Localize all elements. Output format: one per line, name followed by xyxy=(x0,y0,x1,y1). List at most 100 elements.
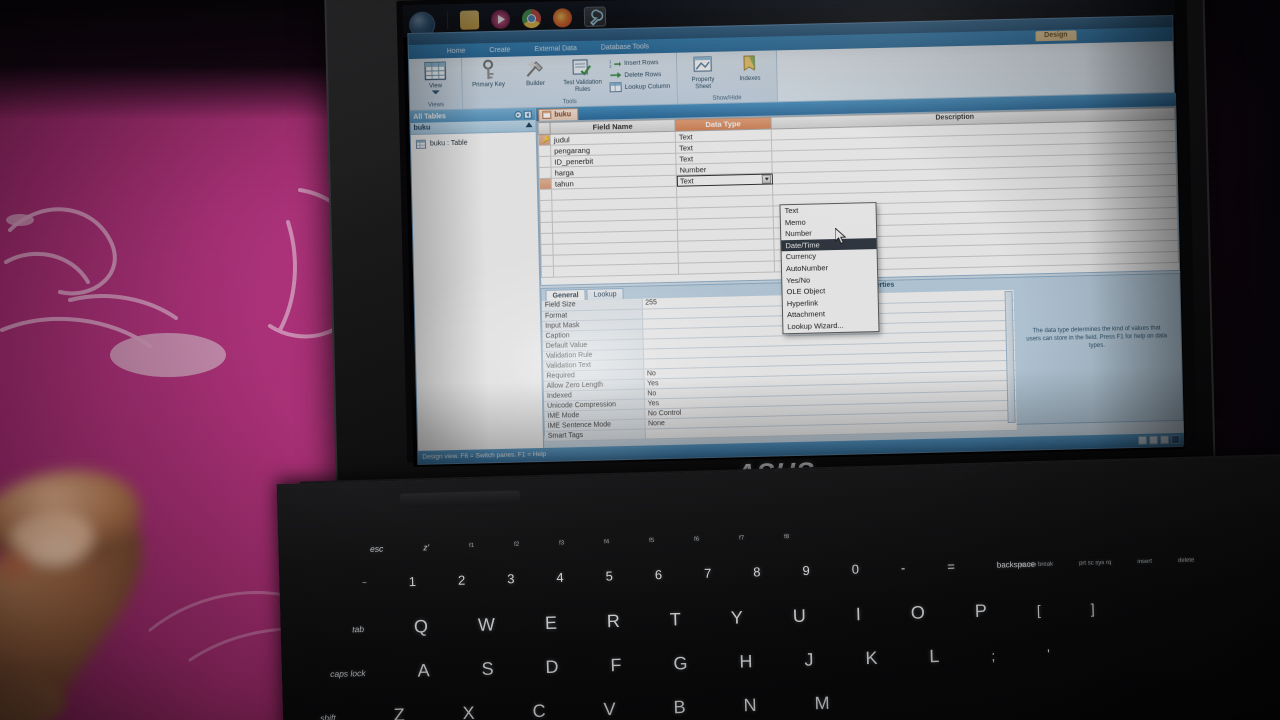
key-f3[interactable]: f3 xyxy=(559,540,564,546)
row-selector-primary-key[interactable]: 🔑 xyxy=(538,134,551,146)
nav-item-buku-table[interactable]: buku : Table xyxy=(414,136,533,150)
row-selector[interactable] xyxy=(538,156,552,168)
key-f8[interactable]: f8 xyxy=(784,534,789,540)
key-f[interactable]: F xyxy=(610,655,622,676)
primary-key-button[interactable]: Primary Key xyxy=(468,59,509,90)
tab-create[interactable]: Create xyxy=(489,46,510,53)
key-i[interactable]: I xyxy=(856,604,862,625)
key-u[interactable]: U xyxy=(793,606,807,627)
key-q[interactable]: Q xyxy=(414,616,429,637)
key-g[interactable]: G xyxy=(673,653,688,674)
key-bracket-left[interactable]: [ xyxy=(1037,602,1041,618)
key-t[interactable]: T xyxy=(670,609,682,630)
key-3[interactable]: 3 xyxy=(507,571,515,586)
insert-rows-button[interactable]: 1 2 Insert Rows xyxy=(609,57,670,69)
row-selector[interactable] xyxy=(540,211,553,223)
key-pause-break[interactable]: pause break xyxy=(1020,562,1053,569)
property-sheet-button[interactable]: Property Sheet xyxy=(682,54,723,92)
row-selector[interactable] xyxy=(539,167,552,179)
key-prt-sc[interactable]: prt sc sys rq xyxy=(1079,560,1111,567)
key-f4[interactable]: f4 xyxy=(604,539,609,545)
combo-dropdown-arrow[interactable] xyxy=(761,174,771,184)
key-w[interactable]: W xyxy=(478,614,496,635)
key-6[interactable]: 6 xyxy=(655,567,663,582)
dropdown-option-lookup-wizard[interactable]: Lookup Wizard... xyxy=(783,319,878,333)
row-selector[interactable] xyxy=(538,145,551,157)
tool-wrench-icon[interactable] xyxy=(583,6,607,27)
lookup-column-button[interactable]: Lookup Column xyxy=(609,81,671,93)
key-v[interactable]: V xyxy=(603,699,616,720)
key-2[interactable]: 2 xyxy=(458,573,466,588)
key-equals[interactable]: = xyxy=(947,559,955,574)
tab-external-data[interactable]: External Data xyxy=(534,45,577,53)
folder-icon[interactable] xyxy=(459,9,480,30)
key-j[interactable]: J xyxy=(804,650,814,671)
key-tilde[interactable]: ~ xyxy=(362,578,367,587)
indexes-button[interactable]: Indexes xyxy=(729,53,770,84)
key-shift[interactable]: shift xyxy=(320,712,336,720)
document-tab-buku[interactable]: buku xyxy=(538,108,579,121)
tab-database-tools[interactable]: Database Tools xyxy=(601,43,649,51)
row-selector[interactable] xyxy=(539,189,552,201)
key-semicolon[interactable]: ; xyxy=(991,647,995,663)
row-selector[interactable] xyxy=(541,266,554,278)
media-player-icon[interactable] xyxy=(490,9,511,29)
firefox-icon[interactable] xyxy=(552,7,573,28)
key-f5[interactable]: f5 xyxy=(649,538,654,544)
test-validation-rules-button[interactable]: Test Validation Rules xyxy=(562,56,603,94)
key-y[interactable]: Y xyxy=(731,607,744,628)
field-properties-table[interactable]: Field Size 255 Format Input Mask Caption … xyxy=(541,289,1017,442)
key-5[interactable]: 5 xyxy=(605,568,613,583)
key-l[interactable]: L xyxy=(929,646,940,667)
row-selector-current[interactable] xyxy=(539,178,552,190)
key-f1[interactable]: f1 xyxy=(469,543,474,549)
chevron-up-icon[interactable] xyxy=(525,122,533,129)
key-z-prime[interactable]: z' xyxy=(423,542,429,552)
key-p[interactable]: P xyxy=(975,601,988,622)
key-d[interactable]: D xyxy=(545,657,559,678)
key-f7[interactable]: f7 xyxy=(739,535,744,541)
builder-button[interactable]: Builder xyxy=(515,58,556,89)
tab-home[interactable]: Home xyxy=(447,47,466,54)
data-type-cell[interactable] xyxy=(678,260,775,275)
key-n[interactable]: N xyxy=(743,695,757,716)
key-bracket-right[interactable]: ] xyxy=(1090,600,1094,616)
key-1[interactable]: 1 xyxy=(409,574,417,589)
key-9[interactable]: 9 xyxy=(802,563,810,578)
key-f2[interactable]: f2 xyxy=(514,542,519,548)
view-button[interactable]: View xyxy=(415,60,456,95)
row-selector[interactable] xyxy=(540,233,553,245)
key-insert[interactable]: insert xyxy=(1137,559,1152,565)
row-selector[interactable] xyxy=(541,255,554,267)
key-e[interactable]: E xyxy=(545,613,558,634)
navpane-controls[interactable] xyxy=(514,110,532,119)
key-minus[interactable]: - xyxy=(901,560,906,575)
chrome-icon[interactable] xyxy=(521,8,542,28)
tab-general[interactable]: General xyxy=(545,288,586,301)
key-8[interactable]: 8 xyxy=(753,564,761,579)
key-z[interactable]: Z xyxy=(393,705,405,720)
key-a[interactable]: A xyxy=(417,660,430,681)
pivottable-view-icon[interactable] xyxy=(1149,435,1159,445)
key-o[interactable]: O xyxy=(911,602,926,623)
field-name-cell[interactable] xyxy=(553,263,679,278)
key-caps-lock[interactable]: caps lock xyxy=(330,668,366,679)
tab-design[interactable]: Design xyxy=(1035,30,1077,42)
row-selector[interactable] xyxy=(540,244,554,256)
view-shortcut-buttons[interactable] xyxy=(1138,434,1181,445)
key-b[interactable]: B xyxy=(673,697,686,718)
key-7[interactable]: 7 xyxy=(704,566,712,581)
key-m[interactable]: M xyxy=(814,693,830,714)
key-x[interactable]: X xyxy=(462,703,475,720)
datasheet-view-icon[interactable] xyxy=(1138,435,1148,445)
row-selector[interactable] xyxy=(539,200,553,212)
data-type-combo[interactable]: Text xyxy=(676,172,773,187)
key-esc[interactable]: esc xyxy=(370,543,384,553)
key-c[interactable]: C xyxy=(532,701,546,720)
key-tab[interactable]: tab xyxy=(352,624,364,634)
key-s[interactable]: S xyxy=(481,658,494,679)
data-type-dropdown-list[interactable]: Text Memo Number Date/Time Currency Auto… xyxy=(779,202,880,334)
key-f6[interactable]: f6 xyxy=(694,537,699,543)
key-h[interactable]: H xyxy=(739,651,753,672)
design-view-icon[interactable] xyxy=(1171,434,1181,445)
